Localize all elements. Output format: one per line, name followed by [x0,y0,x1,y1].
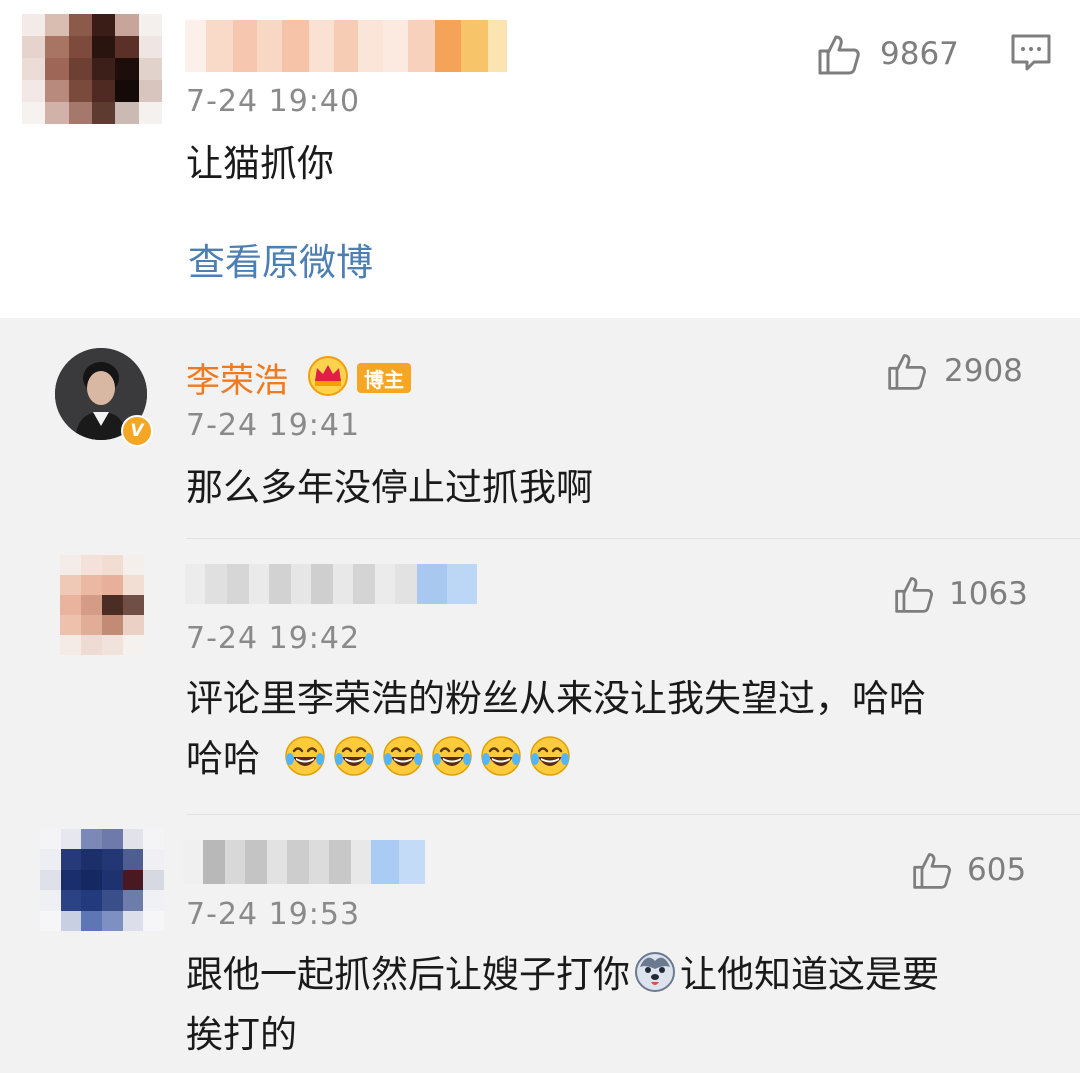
comment-time: 7-24 19:40 [186,84,361,119]
like-button[interactable]: 605 [911,847,1026,893]
reply-text-line2: 挨打的 [186,1013,297,1056]
blogger-badge: 博主 [357,363,411,393]
like-count: 2908 [944,353,1023,389]
like-button[interactable]: 1063 [893,571,1028,617]
husky-emoji [634,951,676,993]
reply-text-line1: 跟他一起抓然后让嫂子打你 让他知道这是要 [186,951,939,996]
laugh-cry-emoji [529,735,571,777]
reply-item: V 李荣浩 博主 7-24 19:41 那么多年没停止过抓我啊 2908 [0,318,1080,538]
emoji-group [284,735,578,780]
comment-text: 让猫抓你 [186,142,334,185]
like-count: 605 [967,852,1027,888]
username[interactable]: 李荣浩 [186,353,288,402]
laugh-cry-emoji [431,735,473,777]
avatar[interactable] [40,829,164,931]
comment-icon[interactable] [1010,32,1052,74]
like-count: 9867 [880,36,959,72]
laugh-cry-emoji [284,735,326,777]
username-pixelated[interactable] [185,564,487,604]
reply-item: 7-24 19:53 跟他一起抓然后让嫂子打你 让他知道这是要 挨打的 605 [0,815,1080,1073]
reply-item: 7-24 19:42 评论里李荣浩的粉丝从来没让我失望过，哈哈 哈哈 1063 [0,539,1080,814]
laugh-cry-emoji [333,735,375,777]
view-original-link[interactable]: 查看原微博 [188,232,373,286]
thumbs-up-icon [816,31,862,77]
thumbs-up-icon [886,350,928,392]
like-button[interactable]: 9867 [816,30,959,78]
reply-time: 7-24 19:53 [186,897,361,932]
laugh-cry-emoji [480,735,522,777]
reply-text: 那么多年没停止过抓我啊 [186,466,593,509]
top-comment: 7-24 19:40 让猫抓你 查看原微博 9867 [0,0,1080,318]
replies-section: V 李荣浩 博主 7-24 19:41 那么多年没停止过抓我啊 2908 7-2… [0,318,1080,1073]
crown-icon [306,354,350,396]
thumbs-up-icon [911,849,953,891]
reply-time: 7-24 19:42 [186,621,361,656]
thumbs-up-icon [893,573,935,615]
username-pixelated[interactable] [185,20,507,72]
username-pixelated[interactable] [183,840,425,884]
avatar[interactable] [22,14,162,124]
like-count: 1063 [949,576,1028,612]
verified-icon: V [121,415,153,447]
reply-time: 7-24 19:41 [186,408,361,443]
like-button[interactable]: 2908 [886,348,1023,394]
reply-text-line2: 哈哈 [186,729,578,789]
avatar[interactable] [60,555,144,655]
reply-text-line1: 评论里李荣浩的粉丝从来没让我失望过，哈哈 [186,677,926,720]
laugh-cry-emoji [382,735,424,777]
